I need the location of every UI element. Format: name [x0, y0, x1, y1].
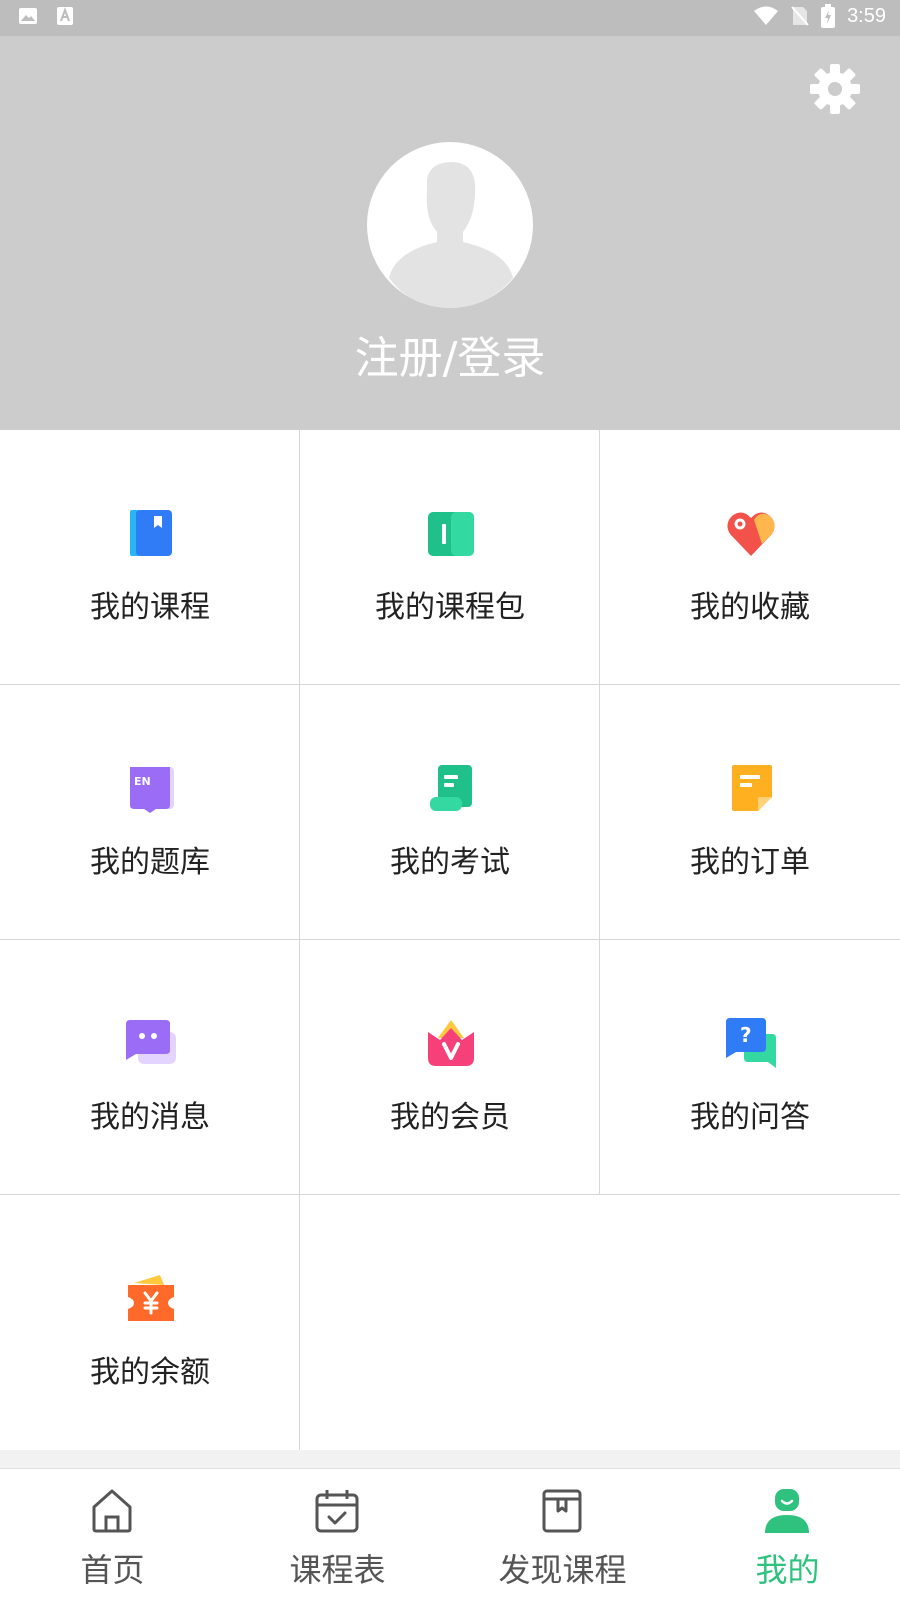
book-icon [130, 510, 172, 556]
menu-my-membership[interactable]: 我的会员 [300, 940, 600, 1195]
nav-label: 首页 [80, 1551, 145, 1589]
nav-label: 我的 [755, 1551, 820, 1589]
default-user-silhouette-icon [389, 162, 513, 308]
user-icon [765, 1489, 809, 1533]
menu-label: 我的收藏 [690, 590, 810, 625]
profile-header: 注册/登录 [0, 36, 900, 430]
menu-my-messages[interactable]: 我的消息 [0, 940, 300, 1195]
message-chat-icon [126, 1020, 176, 1064]
menu-label: 我的订单 [690, 845, 810, 880]
section-gap [0, 1450, 900, 1468]
menu-my-courses[interactable]: 我的课程 [0, 430, 300, 685]
no-sim-icon [791, 6, 809, 26]
qa-bubbles-icon: ? [726, 1018, 776, 1068]
menu-my-course-packages[interactable]: 我的课程包 [300, 430, 600, 685]
svg-text:?: ? [740, 1023, 752, 1047]
menu-label: 我的问答 [690, 1100, 810, 1135]
vip-crown-icon [428, 1020, 474, 1066]
menu-label: 我的题库 [90, 845, 210, 880]
menu-my-balance[interactable]: 我的余额 [0, 1195, 300, 1450]
menu-label: 我的考试 [390, 845, 510, 880]
font-notification-icon [57, 7, 73, 25]
avatar[interactable] [367, 142, 533, 308]
status-bar: 3:59 [0, 0, 900, 36]
order-note-icon [732, 765, 772, 811]
nav-schedule[interactable]: 课程表 [225, 1469, 450, 1601]
home-icon [92, 1489, 132, 1533]
image-notification-icon [19, 8, 37, 24]
nav-discover-courses[interactable]: 发现课程 [450, 1469, 675, 1601]
menu-label: 我的课程包 [375, 590, 525, 625]
discover-book-icon [542, 1489, 582, 1533]
wifi-icon [754, 6, 779, 25]
settings-gear-icon[interactable] [808, 62, 862, 116]
menu-my-favorites[interactable]: 我的收藏 [600, 430, 900, 685]
grid-divider [0, 684, 900, 685]
menu-label: 我的课程 [90, 590, 210, 625]
menu-label: 我的会员 [390, 1100, 510, 1135]
bottom-nav: 首页 课程表 发现课程 我的 [0, 1468, 900, 1601]
nav-label: 发现课程 [498, 1551, 627, 1589]
course-package-icon [428, 512, 474, 556]
grid-divider [299, 430, 300, 1450]
question-bank-en-icon: EN [130, 767, 174, 813]
menu-my-exams[interactable]: 我的考试 [300, 685, 600, 940]
balance-wallet-icon [128, 1275, 174, 1321]
exam-scroll-icon [430, 765, 472, 811]
grid-divider [0, 939, 900, 940]
login-register-link[interactable]: 注册/登录 [0, 322, 900, 386]
nav-home[interactable]: 首页 [0, 1469, 225, 1601]
menu-grid: 我的课程 我的课程包 我的收藏 EN 我的题库 我的考试 我的订单 我的消息 我… [0, 430, 900, 1450]
menu-my-qa[interactable]: ? 我的问答 [600, 940, 900, 1195]
nav-label: 课程表 [289, 1551, 386, 1589]
svg-text:EN: EN [134, 775, 151, 788]
menu-my-orders[interactable]: 我的订单 [600, 685, 900, 940]
nav-mine[interactable]: 我的 [675, 1469, 900, 1601]
status-time: 3:59 [847, 4, 886, 27]
menu-label: 我的消息 [90, 1100, 210, 1135]
heart-tag-icon [727, 512, 775, 556]
battery-icon [821, 4, 836, 28]
menu-label: 我的余额 [90, 1355, 210, 1390]
menu-my-question-bank[interactable]: EN 我的题库 [0, 685, 300, 940]
grid-divider [599, 430, 600, 1195]
grid-divider [0, 1194, 900, 1195]
calendar-check-icon [315, 1490, 359, 1533]
